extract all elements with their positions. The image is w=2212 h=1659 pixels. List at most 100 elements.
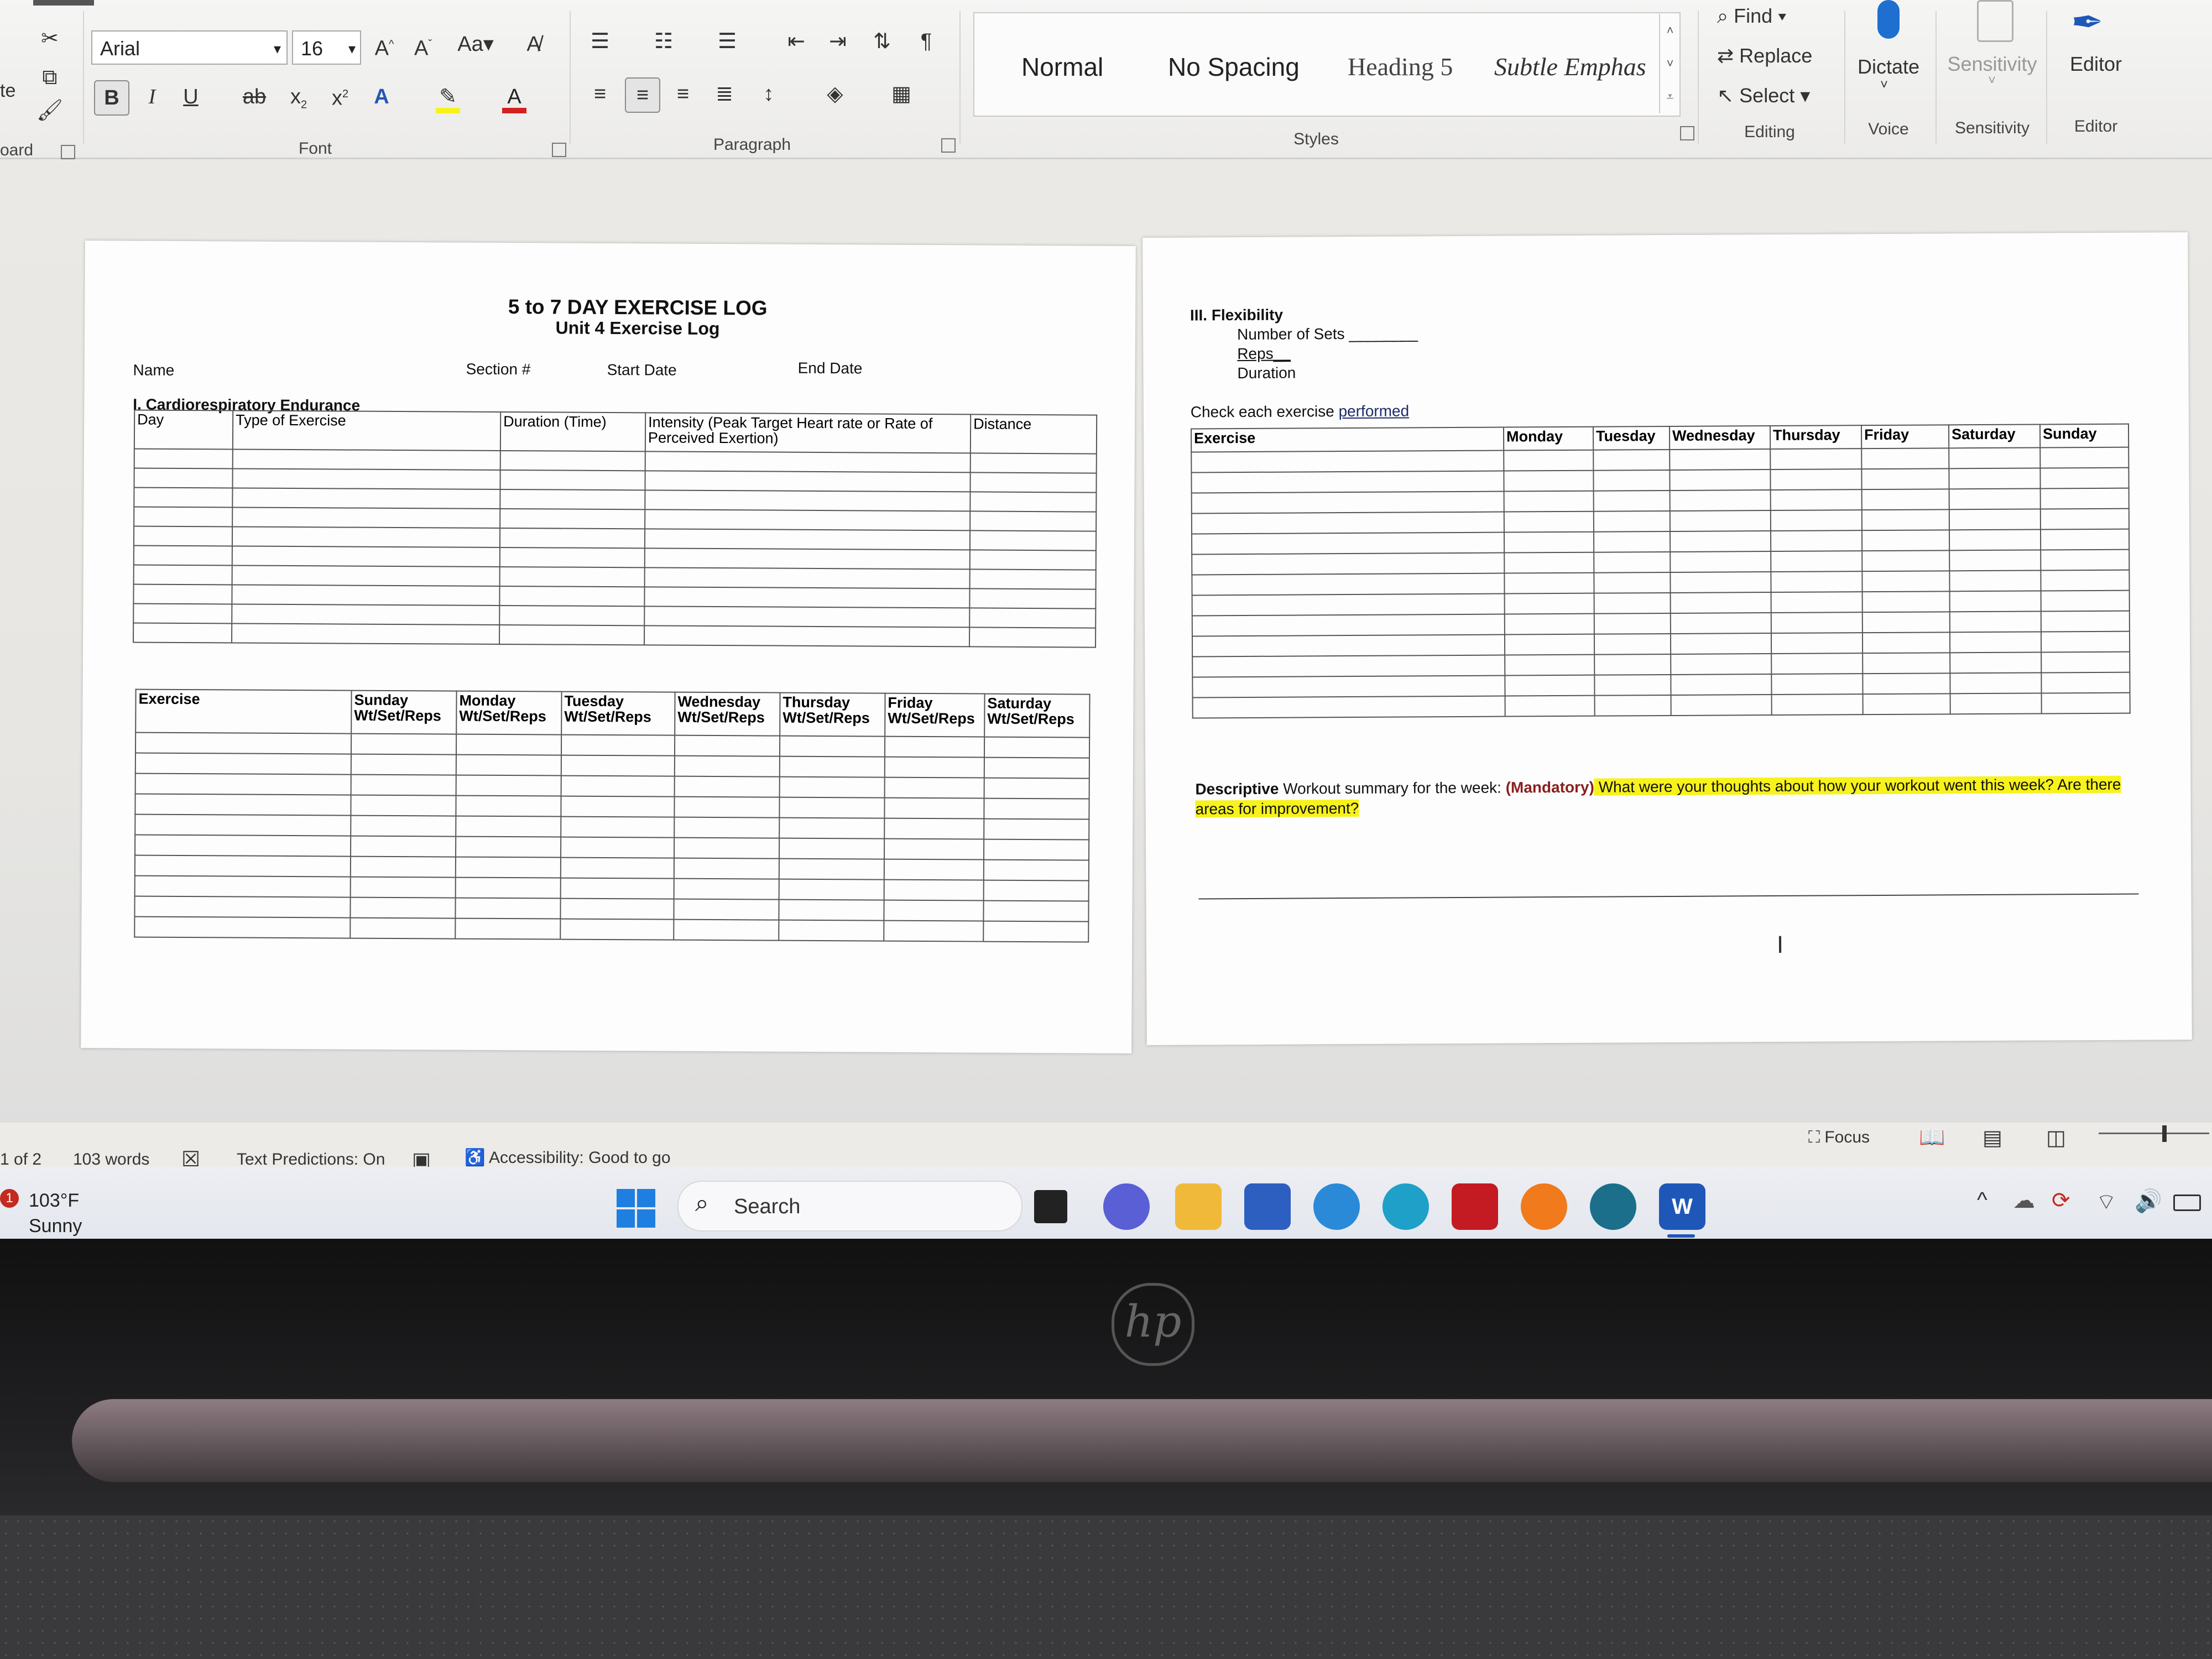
table-cell[interactable]: [674, 735, 780, 757]
table-cell[interactable]: [884, 777, 984, 799]
show-marks-icon[interactable]: ¶: [910, 25, 943, 58]
table-cell[interactable]: [350, 897, 456, 919]
table-cell[interactable]: [1770, 448, 1862, 470]
font-color-icon[interactable]: A: [498, 80, 531, 113]
table-cell[interactable]: [969, 550, 1096, 570]
table-cell[interactable]: [351, 774, 456, 796]
table-cell[interactable]: [1504, 491, 1594, 512]
table-cell[interactable]: [1593, 490, 1670, 512]
table-cell[interactable]: [1771, 633, 1863, 654]
table-cell[interactable]: [1671, 674, 1772, 695]
table-cell[interactable]: [1949, 570, 2041, 592]
table-cell[interactable]: [1770, 530, 1863, 552]
table-cell[interactable]: [645, 509, 971, 531]
table-cell[interactable]: [1862, 591, 1950, 613]
table-cell[interactable]: [970, 492, 1097, 512]
table-cell[interactable]: [2041, 549, 2130, 571]
table-cell[interactable]: [1594, 613, 1671, 634]
table-cell[interactable]: [455, 918, 561, 940]
table-cell[interactable]: [1771, 694, 1863, 716]
table-cell[interactable]: [983, 859, 1089, 881]
table-cell[interactable]: [1670, 633, 1772, 654]
table-cell[interactable]: [232, 623, 500, 644]
table-cell[interactable]: [1862, 612, 1950, 633]
table-cell[interactable]: [1771, 551, 1863, 572]
table-cell[interactable]: [232, 507, 500, 528]
table-cell[interactable]: [779, 817, 885, 839]
table-cell[interactable]: [232, 585, 500, 606]
justify-icon[interactable]: ≣: [708, 77, 741, 111]
table-cell[interactable]: [455, 857, 561, 878]
table-cell[interactable]: [1505, 675, 1595, 696]
table-cell[interactable]: [561, 796, 675, 817]
table-cell[interactable]: [1594, 592, 1671, 614]
table-cell[interactable]: [1504, 511, 1594, 533]
font-size-box[interactable]: 16 ▾: [292, 30, 361, 65]
table-cell[interactable]: [1192, 552, 1505, 575]
table-cell[interactable]: [350, 877, 456, 898]
table-cell[interactable]: [456, 734, 562, 755]
table-cell[interactable]: [1191, 471, 1504, 493]
table-cell[interactable]: [133, 584, 232, 604]
table-cell[interactable]: [970, 453, 1097, 473]
table-cell[interactable]: [2041, 672, 2130, 693]
table-cell[interactable]: [455, 877, 561, 899]
table-cell[interactable]: [1593, 449, 1670, 471]
table-cell[interactable]: [499, 528, 645, 549]
table-cell[interactable]: [500, 508, 645, 529]
table-cell[interactable]: [1863, 673, 1950, 695]
table-cell[interactable]: [135, 794, 351, 816]
weather-temperature[interactable]: 103°F: [29, 1190, 79, 1212]
cut-icon[interactable]: ✂: [33, 22, 66, 55]
table-cell[interactable]: [1594, 551, 1671, 573]
table-cell[interactable]: [1949, 550, 2041, 571]
table-cell[interactable]: [2040, 529, 2130, 550]
table-cell[interactable]: [561, 837, 675, 858]
table-cell[interactable]: [1950, 693, 2042, 714]
change-case-button[interactable]: Aa▾: [451, 28, 500, 61]
style-normal[interactable]: Normal: [1021, 52, 1103, 82]
sync-icon[interactable]: ⟳: [2052, 1188, 2070, 1213]
table-cell[interactable]: [1863, 653, 1950, 674]
read-mode-icon[interactable]: 📖: [1919, 1125, 1945, 1150]
table-cell[interactable]: [351, 754, 456, 775]
superscript-button[interactable]: x2: [324, 77, 357, 111]
table-cell[interactable]: [1594, 572, 1671, 593]
table-cell[interactable]: [1861, 448, 1949, 469]
table-cell[interactable]: [232, 488, 500, 509]
table-cell[interactable]: [674, 878, 779, 900]
table-cell[interactable]: [674, 858, 780, 879]
table-cell[interactable]: [674, 919, 779, 941]
sensitivity-icon[interactable]: [1977, 0, 2013, 42]
table-cell[interactable]: [645, 490, 971, 512]
table-cell[interactable]: [779, 838, 885, 859]
table-cell[interactable]: [134, 916, 351, 938]
table-cell[interactable]: [456, 816, 561, 837]
edge-browser-icon[interactable]: [1383, 1183, 1429, 1230]
table-cell[interactable]: [1505, 654, 1595, 676]
table-cell[interactable]: [134, 448, 233, 469]
table-cell[interactable]: [969, 588, 1096, 609]
table-cell[interactable]: [779, 797, 885, 818]
web-layout-icon[interactable]: ◫: [2046, 1125, 2066, 1150]
table-cell[interactable]: [133, 526, 233, 546]
editor-button[interactable]: Editor: [2057, 53, 2135, 76]
table-cell[interactable]: [232, 468, 500, 489]
table-cell[interactable]: [1862, 571, 1950, 592]
table-cell[interactable]: [1593, 531, 1671, 552]
copy-icon[interactable]: ⧉: [33, 61, 66, 94]
table-cell[interactable]: [561, 755, 675, 776]
word-app-icon[interactable]: W: [1659, 1183, 1705, 1230]
table-cell[interactable]: [232, 449, 500, 470]
table-cell[interactable]: [1671, 654, 1772, 675]
table-cell[interactable]: [133, 623, 232, 643]
file-explorer-icon[interactable]: [1175, 1183, 1222, 1230]
print-layout-icon[interactable]: ▤: [1983, 1125, 2002, 1150]
mcafee-icon[interactable]: [1452, 1183, 1498, 1230]
table-cell[interactable]: [1949, 611, 2041, 633]
table-cell[interactable]: [1504, 634, 1595, 655]
table-cell[interactable]: [456, 754, 561, 776]
table-cell[interactable]: [1504, 613, 1594, 635]
bullets-icon[interactable]: ☰: [583, 25, 617, 58]
table-cell[interactable]: [779, 735, 885, 757]
